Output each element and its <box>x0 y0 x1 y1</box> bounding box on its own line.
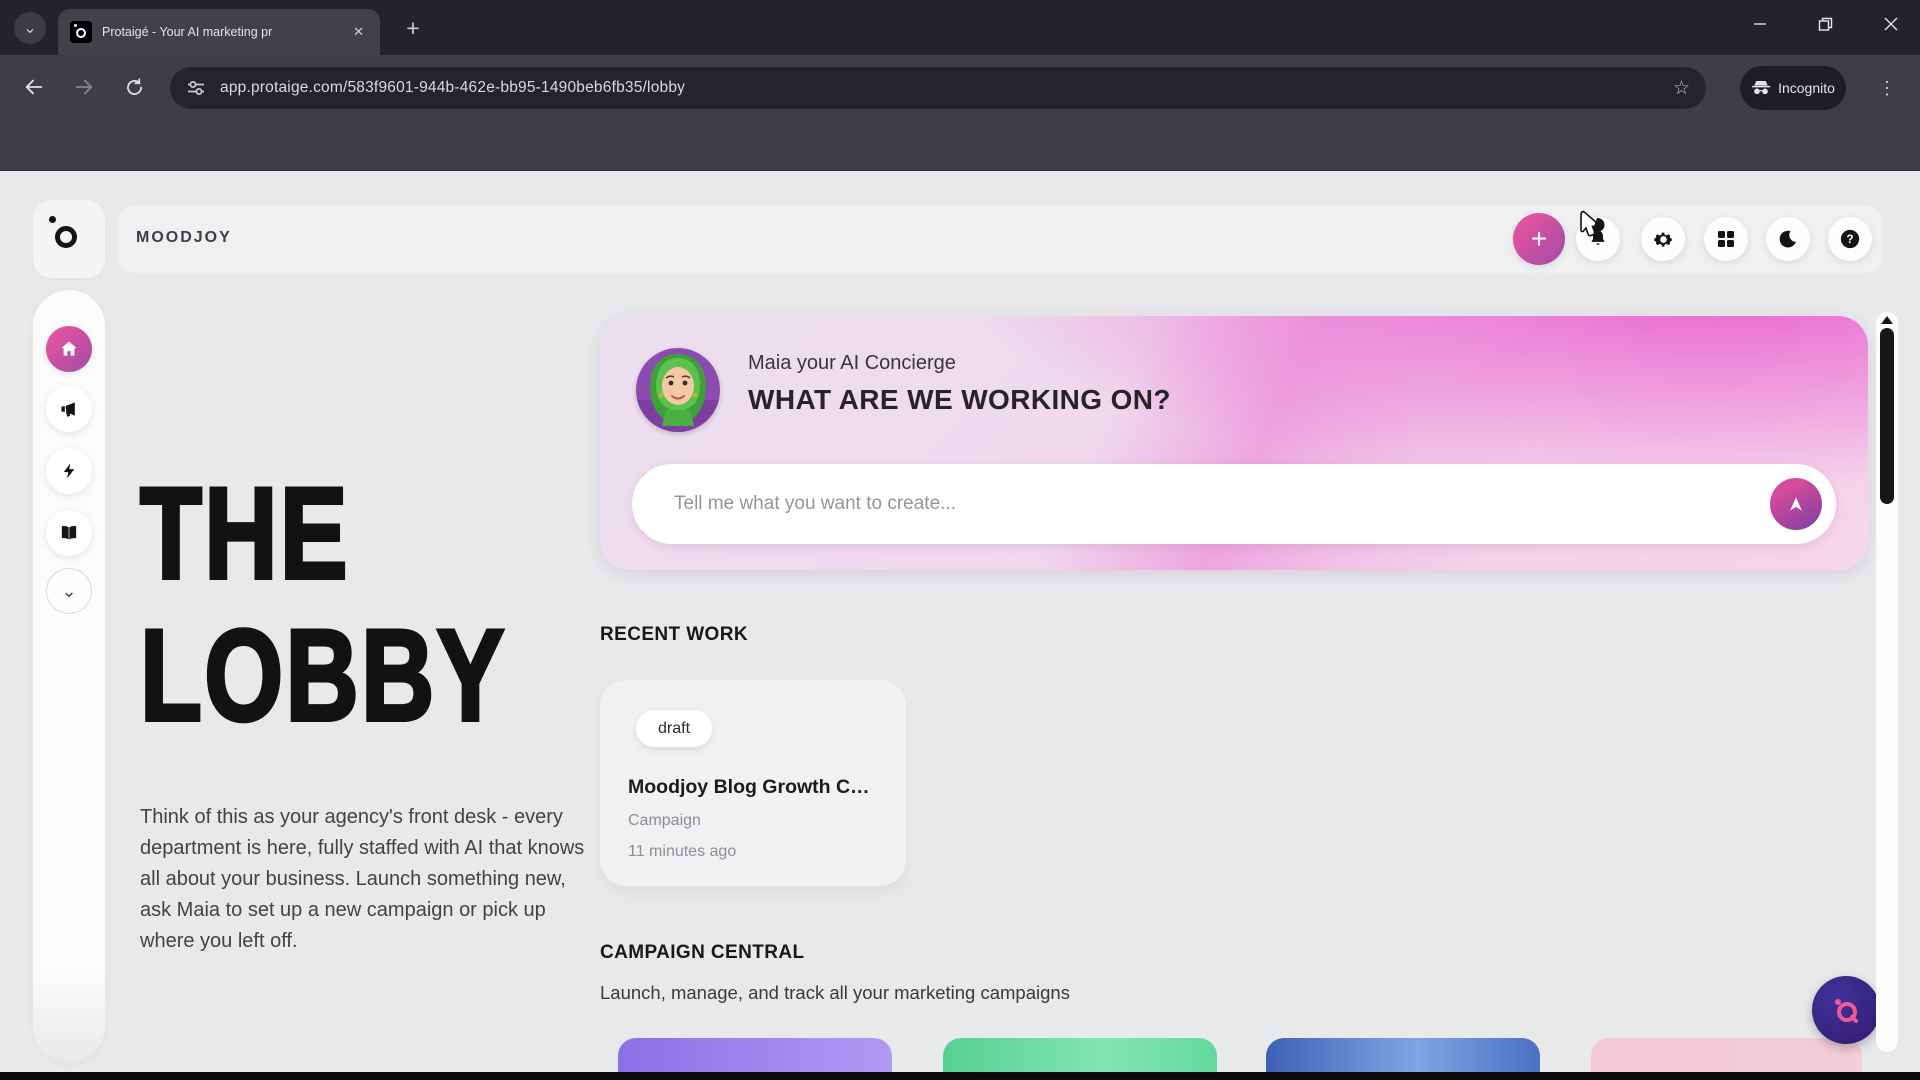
theme-toggle-button[interactable] <box>1766 217 1810 261</box>
scrollbar-thumb[interactable] <box>1880 328 1894 504</box>
browser-window: ⌄ Protaigé - Your AI marketing pr ✕ + <box>0 0 1920 1080</box>
site-info-icon[interactable] <box>186 78 206 98</box>
recent-work-card[interactable]: draft Moodjoy Blog Growth C… Campaign 11… <box>600 680 906 886</box>
apps-button[interactable] <box>1704 217 1748 261</box>
browser-tabstrip: ⌄ Protaigé - Your AI marketing pr ✕ + <box>0 0 1920 55</box>
grid-icon <box>1717 230 1735 248</box>
incognito-icon <box>1751 80 1771 96</box>
avatar-image <box>636 348 720 432</box>
restore-icon <box>1818 17 1833 32</box>
maia-avatar <box>636 348 720 432</box>
workspace-name: MOODJOY <box>136 229 232 247</box>
sidebar: ⌄ <box>33 290 105 1062</box>
home-icon <box>59 339 79 359</box>
site-favicon-icon <box>70 21 92 43</box>
prompt-input[interactable] <box>674 464 1724 544</box>
minimize-icon <box>1753 17 1767 31</box>
protaige-q-icon <box>1829 993 1863 1027</box>
create-new-button[interactable]: + <box>1513 213 1565 265</box>
app-page: MOODJOY + <box>0 172 1920 1072</box>
bolt-icon <box>60 461 78 481</box>
back-arrow-icon <box>23 76 45 98</box>
url-bar[interactable]: app.protaige.com/583f9601-944b-462e-bb95… <box>170 67 1706 109</box>
new-tab-button[interactable]: + <box>398 13 428 43</box>
browser-toolbar: app.protaige.com/583f9601-944b-462e-bb95… <box>0 55 1920 171</box>
concierge-headline: WHAT ARE WE WORKING ON? <box>748 384 1171 416</box>
prompt-field-wrap <box>632 464 1836 544</box>
book-icon <box>59 524 79 542</box>
reload-icon <box>124 77 145 98</box>
chevron-down-icon: ⌄ <box>23 18 36 38</box>
sidebar-item-campaigns[interactable] <box>46 386 92 432</box>
campaign-central-subtitle: Launch, manage, and track all your marke… <box>600 982 1070 1004</box>
send-arrow-icon <box>1786 494 1806 514</box>
mouse-cursor <box>1576 210 1610 250</box>
help-button[interactable]: ? <box>1828 217 1872 261</box>
sidebar-expand-button[interactable]: ⌄ <box>46 568 92 614</box>
gear-icon <box>1653 229 1674 250</box>
browser-tab[interactable]: Protaigé - Your AI marketing pr ✕ <box>58 9 380 55</box>
sidebar-item-home[interactable] <box>46 326 92 372</box>
browser-menu-button[interactable]: ⋮ <box>1872 71 1902 105</box>
forward-button[interactable] <box>67 70 101 104</box>
campaign-central-heading: CAMPAIGN CENTRAL <box>600 942 804 964</box>
app-header-bar: MOODJOY + <box>118 205 1882 273</box>
megaphone-icon <box>59 399 79 419</box>
incognito-label: Incognito <box>1778 80 1835 96</box>
assistant-fab-button[interactable] <box>1812 976 1880 1044</box>
work-card-title: Moodjoy Blog Growth C… <box>628 776 870 799</box>
close-icon <box>1884 17 1898 31</box>
url-text: app.protaige.com/583f9601-944b-462e-bb95… <box>220 79 1673 97</box>
forward-arrow-icon <box>73 76 95 98</box>
work-card-type: Campaign <box>628 812 701 830</box>
help-icon: ? <box>1839 228 1861 250</box>
window-minimize-button[interactable] <box>1731 0 1789 48</box>
settings-button[interactable] <box>1641 217 1685 261</box>
concierge-banner: Maia your AI Concierge WHAT ARE WE WORKI… <box>600 316 1868 570</box>
concierge-name: Maia your AI Concierge <box>748 352 956 375</box>
svg-text:?: ? <box>1846 232 1853 246</box>
taskbar-edge <box>0 1072 1920 1080</box>
tab-title: Protaigé - Your AI marketing pr <box>102 25 334 39</box>
tab-close-icon[interactable]: ✕ <box>349 22 368 42</box>
sidebar-item-quick-actions[interactable] <box>46 448 92 494</box>
scroll-up-arrow[interactable] <box>1881 316 1893 324</box>
sidebar-item-library[interactable] <box>46 510 92 556</box>
protaige-logo-icon <box>55 226 77 248</box>
page-title: THE LOBBY <box>140 462 507 746</box>
lobby-description: Think of this as your agency's front des… <box>140 802 592 957</box>
chevron-down-icon: ⌄ <box>61 581 76 602</box>
send-button[interactable] <box>1770 478 1822 530</box>
plus-icon: + <box>1531 223 1547 255</box>
page-scrollbar[interactable] <box>1876 312 1898 1052</box>
work-card-timestamp: 11 minutes ago <box>628 843 736 861</box>
app-logo-tile[interactable] <box>33 200 105 278</box>
incognito-badge: Incognito <box>1740 66 1846 110</box>
back-button[interactable] <box>17 70 51 104</box>
window-close-button[interactable] <box>1862 0 1920 48</box>
reload-button[interactable] <box>117 70 151 104</box>
status-badge: draft <box>636 710 712 747</box>
window-restore-button[interactable] <box>1796 0 1854 48</box>
tab-search-button[interactable]: ⌄ <box>14 12 46 44</box>
recent-work-heading: RECENT WORK <box>600 624 748 646</box>
moon-icon <box>1778 229 1798 249</box>
bookmark-star-icon[interactable]: ☆ <box>1673 77 1690 100</box>
